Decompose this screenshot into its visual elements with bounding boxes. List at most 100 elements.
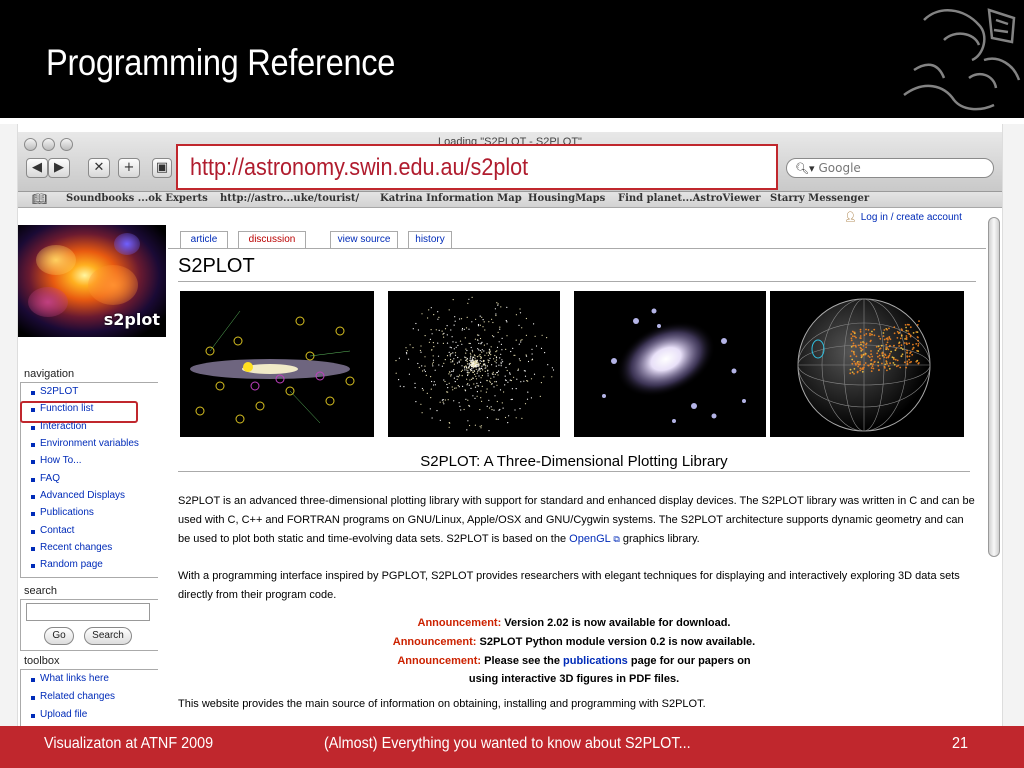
cluster-star <box>447 399 449 401</box>
sphere-particle <box>856 371 859 374</box>
nav-item-environment-variables[interactable]: Environment variables <box>31 438 139 449</box>
wiki-search-input[interactable] <box>26 603 150 621</box>
sphere-particle <box>877 350 880 352</box>
add-bookmark-button[interactable]: + <box>118 158 140 178</box>
sphere-particle <box>894 349 897 352</box>
cluster-star <box>448 309 450 311</box>
cluster-star <box>502 407 504 409</box>
sphere-particle <box>899 337 902 340</box>
cluster-star <box>475 318 477 320</box>
sphere-particle <box>852 335 854 338</box>
cluster-star <box>482 369 484 371</box>
tab-article[interactable]: article <box>180 231 228 249</box>
cluster-star <box>479 350 481 352</box>
nav-item-contact[interactable]: Contact <box>30 525 74 536</box>
sphere-particle <box>853 360 856 363</box>
minimize-window-button[interactable] <box>42 138 55 151</box>
nav-item-faq[interactable]: FAQ <box>30 473 60 484</box>
login-link[interactable]: 👤︎ Log in / create account <box>844 212 962 223</box>
cluster-star <box>437 311 439 313</box>
search-button[interactable]: Search <box>84 627 132 645</box>
cluster-star <box>488 430 490 432</box>
thumbnail-sphere-plot[interactable] <box>770 291 964 437</box>
cluster-star <box>506 306 508 308</box>
nav-item-interaction[interactable]: Interaction <box>31 421 87 432</box>
thumbnail-star-cluster[interactable] <box>388 291 560 437</box>
cluster-star <box>430 376 432 378</box>
bookmark-item[interactable]: Starry Messenger <box>770 193 869 204</box>
bookmark-item[interactable]: Katrina Information Map <box>380 193 522 204</box>
cluster-star <box>453 377 455 379</box>
sphere-particle <box>864 353 866 356</box>
s2plot-logo[interactable]: s2plot <box>18 225 166 337</box>
bookmarks-book-icon[interactable]: 📖︎ <box>32 192 47 206</box>
sphere-particle <box>892 362 895 364</box>
publications-link[interactable]: publications <box>563 655 628 667</box>
bookmark-item[interactable]: Find planet...AstroViewer <box>618 193 761 204</box>
cluster-star <box>487 375 489 377</box>
cluster-star <box>461 365 463 367</box>
cluster-star <box>430 397 432 399</box>
cluster-star <box>442 401 444 403</box>
cluster-star <box>479 425 481 427</box>
toolbox-item-what-links-here[interactable]: What links here <box>31 673 109 684</box>
sphere-particle <box>901 348 904 351</box>
back-button[interactable]: ◀ <box>26 158 48 178</box>
sphere-particle <box>870 353 872 356</box>
cluster-star <box>490 377 492 379</box>
cluster-star <box>511 398 513 400</box>
cluster-star <box>494 381 496 383</box>
cluster-star <box>442 342 444 344</box>
nav-item-advanced-displays[interactable]: Advanced Displays <box>30 490 125 501</box>
cluster-star <box>431 363 434 365</box>
tab-view-source[interactable]: view source <box>330 231 398 249</box>
sphere-particle <box>917 350 920 353</box>
nav-item-s2plot[interactable]: S2PLOT <box>30 386 78 397</box>
thumbnail-spiral-galaxy[interactable] <box>574 291 766 437</box>
sphere-particle <box>850 337 853 340</box>
cluster-star <box>474 357 476 359</box>
stop-button[interactable]: ✕ <box>88 158 110 178</box>
cluster-star <box>513 354 515 356</box>
tab-discussion[interactable]: discussion <box>238 231 306 249</box>
sphere-particle <box>917 344 920 347</box>
cluster-star <box>488 321 490 323</box>
google-search-input[interactable]: 🔍︎▾ Google <box>786 158 994 178</box>
cluster-star <box>496 400 498 403</box>
sphere-particle <box>859 369 862 372</box>
forward-button[interactable]: ▶ <box>48 158 70 178</box>
cluster-star <box>481 349 483 351</box>
sphere-particle <box>895 347 898 350</box>
vertical-scrollbar[interactable] <box>988 217 1000 557</box>
cluster-star <box>493 376 495 378</box>
bookmark-item[interactable]: http://astro...uke/tourist/ <box>220 193 359 204</box>
nav-item-publications[interactable]: Publications <box>31 507 94 518</box>
zoom-window-button[interactable] <box>60 138 73 151</box>
go-button[interactable]: Go <box>44 627 74 645</box>
sphere-particle <box>880 344 883 347</box>
nav-item-recent-changes[interactable]: Recent changes <box>30 542 112 553</box>
cluster-star <box>490 406 492 408</box>
toolbox-item-related-changes[interactable]: Related changes <box>30 691 115 702</box>
nav-item-how-to[interactable]: How To... <box>31 455 82 466</box>
cluster-star <box>479 315 481 317</box>
toolbox-heading: toolbox <box>24 655 60 667</box>
sphere-particle <box>850 339 853 342</box>
title-rule <box>178 281 976 282</box>
bookmark-item[interactable]: HousingMaps <box>528 193 605 204</box>
thumbnail-galaxy-labels[interactable] <box>180 291 374 437</box>
cluster-star <box>398 379 400 381</box>
opengl-link[interactable]: OpenGL <box>569 533 610 545</box>
bookmark-item[interactable]: Soundbooks ...ok Experts <box>66 193 208 204</box>
tab-history[interactable]: history <box>408 231 452 249</box>
cluster-star <box>453 358 455 360</box>
close-window-button[interactable] <box>24 138 37 151</box>
nav-item-random-page[interactable]: Random page <box>31 559 103 570</box>
cluster-star <box>476 391 478 393</box>
cluster-star <box>430 388 432 390</box>
toolbox-item-upload-file[interactable]: Upload file <box>30 709 87 720</box>
cluster-star <box>408 358 410 360</box>
sphere-particle <box>904 338 906 340</box>
sphere-particle <box>883 338 886 341</box>
cluster-star <box>480 357 482 359</box>
